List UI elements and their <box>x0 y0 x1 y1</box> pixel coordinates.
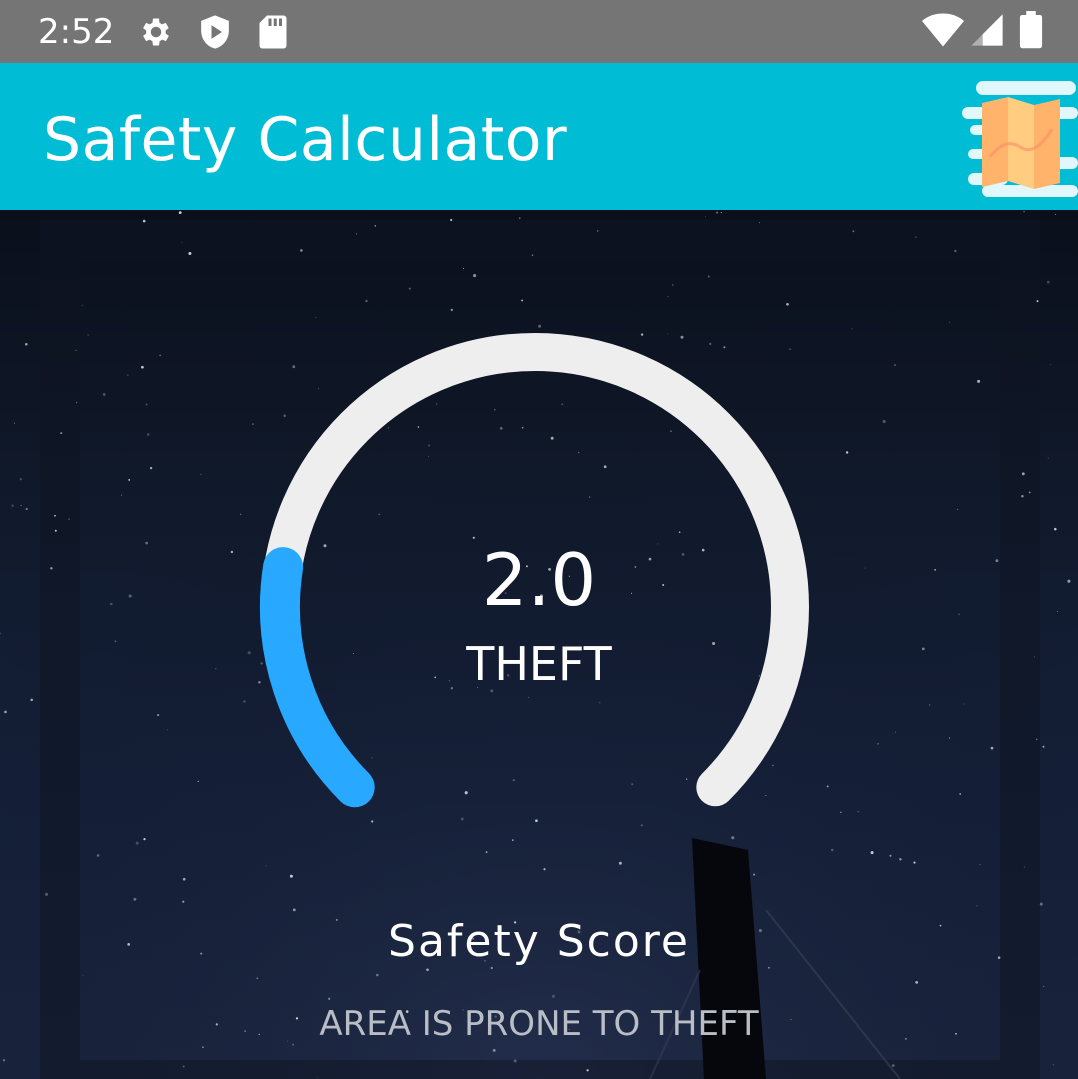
score-value: 2.0 <box>481 538 597 622</box>
status-time: 2:52 <box>38 12 115 52</box>
settings-icon <box>138 14 174 50</box>
battery-icon <box>1018 11 1044 49</box>
shield-play-icon <box>198 14 232 50</box>
app-bar: Safety Calculator <box>0 63 1078 210</box>
safety-score-title: Safety Score <box>388 916 690 967</box>
safety-message: AREA IS PRONE TO THEFT <box>319 1004 759 1044</box>
map-button[interactable] <box>960 77 1078 197</box>
app-title: Safety Calculator <box>43 105 568 175</box>
map-icon <box>962 81 1078 197</box>
sd-card-icon <box>258 14 288 50</box>
status-bar: 2:52 <box>0 0 1078 63</box>
cell-signal-icon <box>970 12 1004 48</box>
score-category: THEFT <box>466 637 612 691</box>
main-content: 2.0 THEFT Safety Score AREA IS PRONE TO … <box>0 210 1078 1079</box>
wifi-icon <box>922 12 964 48</box>
